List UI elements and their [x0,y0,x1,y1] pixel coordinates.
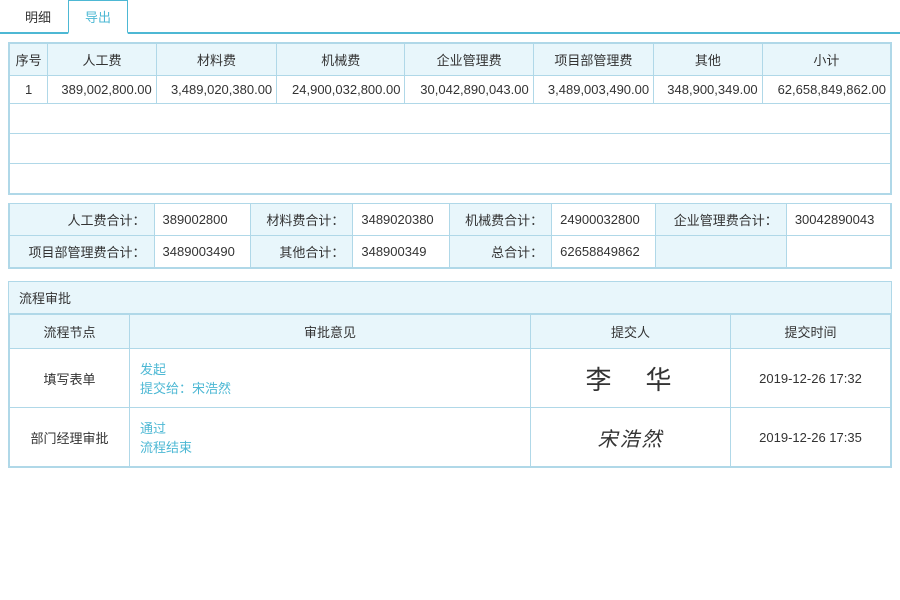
workflow-row-1: 填写表单 发起 提交给：宋浩然 李 华 2019-12-26 17:32 [10,349,891,408]
col-header-machine: 机械费 [277,44,405,76]
table-row-empty3 [10,164,891,194]
col-header-subtotal: 小计 [762,44,890,76]
labor-total-value: 389002800 [154,204,250,236]
col-header-material: 材料费 [156,44,276,76]
enterprise-total-label: 企业管理费合计： [656,204,787,236]
tab-mingxi[interactable]: 明细 [8,0,68,34]
table-row-empty [10,104,891,134]
wf-col-node: 流程节点 [10,315,130,349]
cell-subtotal: 62,658,849,862.00 [762,76,890,104]
cell-material: 3,489,020,380.00 [156,76,276,104]
wf-col-opinion: 审批意见 [130,315,531,349]
project-total-label: 项目部管理费合计： [10,236,155,268]
enterprise-total-value: 30042890043 [786,204,890,236]
wf-opinion-1: 发起 提交给：宋浩然 [130,349,531,408]
grand-total-value: 62658849862 [552,236,656,268]
tab-daochu[interactable]: 导出 [68,0,128,34]
wf-submitter-1: 李 华 [531,349,731,408]
grand-total-label: 总合计： [449,236,551,268]
summary-row-1: 人工费合计： 389002800 材料费合计： 3489020380 机械费合计… [10,204,891,236]
material-total-label: 材料费合计： [250,204,352,236]
table-row: 1 389,002,800.00 3,489,020,380.00 24,900… [10,76,891,104]
wf-time-1: 2019-12-26 17:32 [731,349,891,408]
labor-total-label: 人工费合计： [10,204,155,236]
main-table-section: 序号 人工费 材料费 机械费 企业管理费 项目部管理费 其他 小计 1 389,… [8,42,892,195]
project-total-value: 3489003490 [154,236,250,268]
summary-table: 人工费合计： 389002800 材料费合计： 3489020380 机械费合计… [9,203,891,268]
table-row-empty2 [10,134,891,164]
workflow-row-2: 部门经理审批 通过 流程结束 宋浩然 2019-12-26 17:35 [10,408,891,467]
wf-opinion-line1-1: 发起 [140,359,520,378]
cell-machine: 24,900,032,800.00 [277,76,405,104]
wf-submitter-2: 宋浩然 [531,408,731,467]
cell-labor: 389,002,800.00 [48,76,157,104]
col-header-seq: 序号 [10,44,48,76]
cell-enterprise: 30,042,890,043.00 [405,76,533,104]
summary-row-2: 项目部管理费合计： 3489003490 其他合计： 348900349 总合计… [10,236,891,268]
cell-other: 348,900,349.00 [654,76,763,104]
machine-total-value: 24900032800 [552,204,656,236]
material-total-value: 3489020380 [353,204,449,236]
workflow-section: 流程审批 流程节点 审批意见 提交人 提交时间 填写表单 发起 提交给：宋浩然 … [8,281,892,468]
wf-opinion-line2-2: 流程结束 [140,437,520,456]
machine-total-label: 机械费合计： [449,204,551,236]
wf-opinion-line1-2: 通过 [140,418,520,437]
empty-value [786,236,890,268]
wf-col-time: 提交时间 [731,315,891,349]
empty-label [656,236,787,268]
summary-section: 人工费合计： 389002800 材料费合计： 3489020380 机械费合计… [8,203,892,269]
wf-opinion-line2-1: 提交给：宋浩然 [140,378,520,397]
signature-2: 宋浩然 [541,423,720,452]
other-total-label: 其他合计： [250,236,352,268]
cell-project: 3,489,003,490.00 [533,76,653,104]
other-total-value: 348900349 [353,236,449,268]
wf-node-1: 填写表单 [10,349,130,408]
wf-opinion-2: 通过 流程结束 [130,408,531,467]
wf-col-submitter: 提交人 [531,315,731,349]
col-header-other: 其他 [654,44,763,76]
col-header-project: 项目部管理费 [533,44,653,76]
workflow-title: 流程审批 [9,282,891,314]
wf-node-2: 部门经理审批 [10,408,130,467]
signature-1: 李 华 [541,360,720,397]
col-header-enterprise: 企业管理费 [405,44,533,76]
workflow-table: 流程节点 审批意见 提交人 提交时间 填写表单 发起 提交给：宋浩然 李 华 2… [9,314,891,467]
cell-seq: 1 [10,76,48,104]
tab-bar: 明细 导出 [0,0,900,34]
wf-time-2: 2019-12-26 17:35 [731,408,891,467]
col-header-labor: 人工费 [48,44,157,76]
data-table: 序号 人工费 材料费 机械费 企业管理费 项目部管理费 其他 小计 1 389,… [9,43,891,194]
